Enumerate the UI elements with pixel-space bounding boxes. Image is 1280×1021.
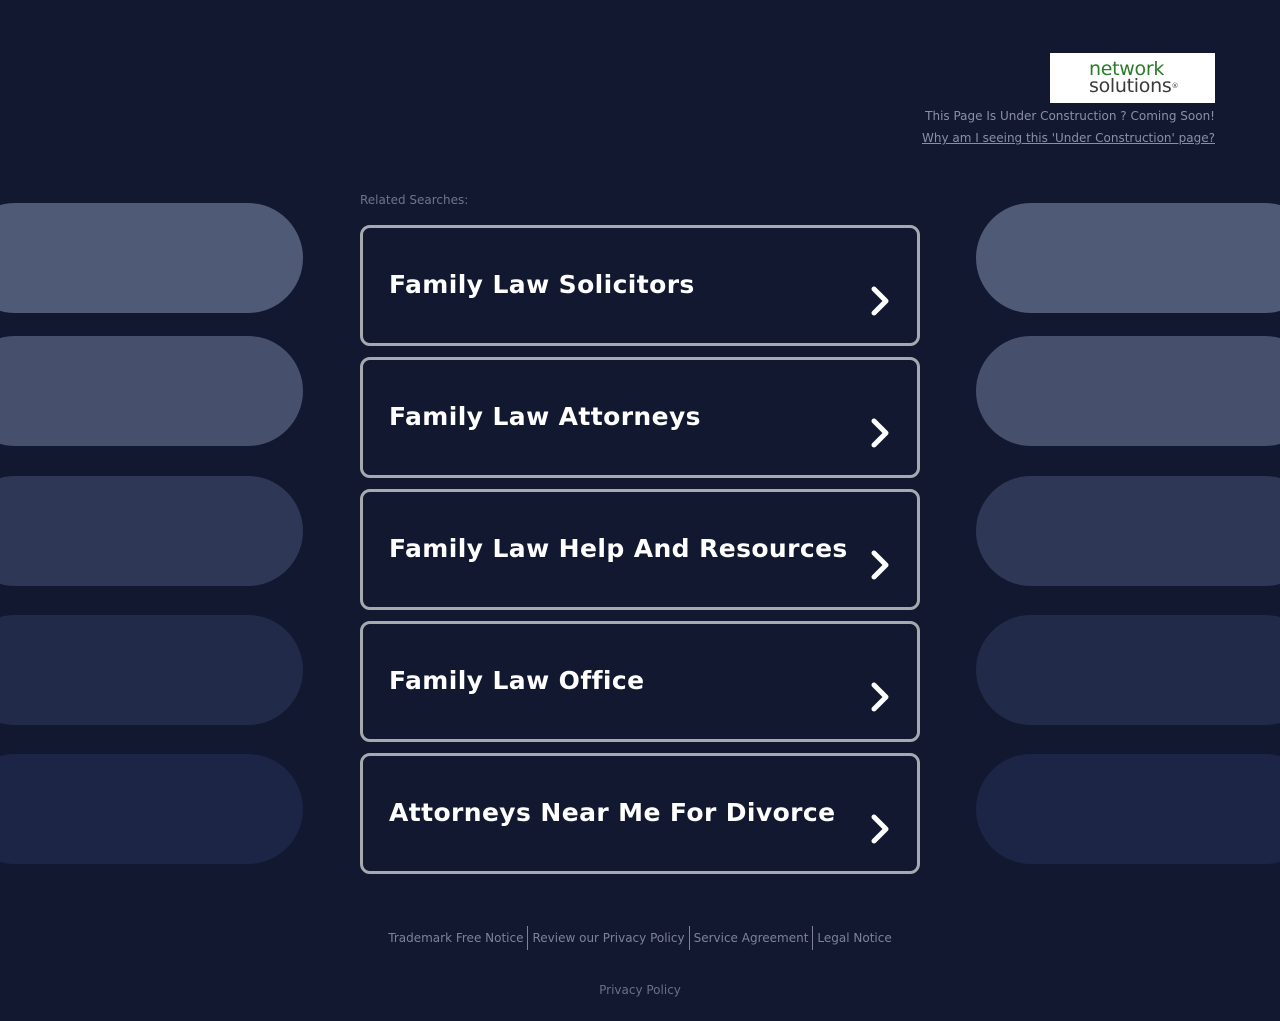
logo-registered-mark: ® bbox=[1171, 82, 1179, 90]
chevron-right-icon bbox=[871, 550, 889, 580]
chevron-right-icon bbox=[871, 286, 889, 316]
trademark-free-notice-link[interactable]: Trademark Free Notice bbox=[384, 931, 527, 945]
decor-pill-left-4 bbox=[0, 615, 303, 725]
decor-pill-left-1 bbox=[0, 203, 303, 313]
decor-pill-right-3 bbox=[976, 476, 1280, 586]
related-search-label: Attorneys Near Me For Divorce bbox=[389, 798, 836, 827]
decor-pill-left-2 bbox=[0, 336, 303, 446]
service-agreement-link[interactable]: Service Agreement bbox=[690, 931, 813, 945]
decor-pill-left-3 bbox=[0, 476, 303, 586]
chevron-right-icon bbox=[871, 418, 889, 448]
under-construction-text: This Page Is Under Construction ? Coming… bbox=[925, 109, 1215, 123]
related-search-label: Family Law Office bbox=[389, 666, 645, 695]
chevron-right-icon bbox=[871, 814, 889, 844]
related-search-link-2[interactable]: Family Law Attorneys bbox=[360, 357, 920, 478]
decor-pill-right-1 bbox=[976, 203, 1280, 313]
decor-pill-right-2 bbox=[976, 336, 1280, 446]
decor-pill-left-5 bbox=[0, 754, 303, 864]
decor-pill-right-5 bbox=[976, 754, 1280, 864]
logo-line-solutions: solutions bbox=[1089, 75, 1172, 97]
related-search-label: Family Law Help And Resources bbox=[389, 534, 848, 563]
related-search-link-4[interactable]: Family Law Office bbox=[360, 621, 920, 742]
chevron-right-icon bbox=[871, 682, 889, 712]
why-under-construction-link[interactable]: Why am I seeing this 'Under Construction… bbox=[922, 131, 1215, 145]
related-search-link-3[interactable]: Family Law Help And Resources bbox=[360, 489, 920, 610]
decor-pill-right-4 bbox=[976, 615, 1280, 725]
related-search-link-1[interactable]: Family Law Solicitors bbox=[360, 225, 920, 346]
page: network solutions® This Page Is Under Co… bbox=[0, 0, 1280, 1021]
network-solutions-logo: network solutions® bbox=[1050, 53, 1215, 103]
privacy-policy-link[interactable]: Privacy Policy bbox=[0, 983, 1280, 997]
related-search-label: Family Law Attorneys bbox=[389, 402, 701, 431]
privacy-policy-review-link[interactable]: Review our Privacy Policy bbox=[528, 931, 688, 945]
related-search-label: Family Law Solicitors bbox=[389, 270, 695, 299]
legal-notice-link[interactable]: Legal Notice bbox=[813, 931, 895, 945]
related-search-link-5[interactable]: Attorneys Near Me For Divorce bbox=[360, 753, 920, 874]
related-searches-heading: Related Searches: bbox=[360, 193, 469, 207]
footer-links: Trademark Free Notice Review our Privacy… bbox=[0, 926, 1280, 950]
